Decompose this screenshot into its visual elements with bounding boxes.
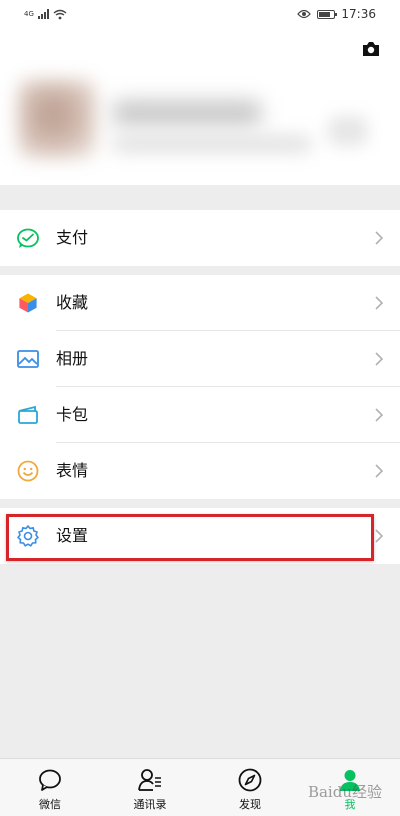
- menu-group-main: 收藏 相册 卡包 表情: [0, 275, 400, 499]
- tab-label-me: 我: [344, 798, 356, 811]
- menu-item-cards[interactable]: 卡包: [0, 387, 400, 443]
- chevron-right-icon: [375, 464, 384, 478]
- favorites-cube-icon: [16, 291, 40, 315]
- menu-label-favorites: 收藏: [56, 293, 89, 312]
- camera-button[interactable]: [360, 38, 382, 60]
- chevron-right-icon: [375, 352, 384, 366]
- chat-icon: [37, 767, 63, 793]
- status-bar: 4G 17:36: [0, 0, 400, 28]
- menu-label-stickers: 表情: [56, 461, 89, 480]
- menu-item-pay[interactable]: 支付: [0, 210, 400, 266]
- battery-icon: [317, 9, 338, 19]
- status-right: 17:36: [297, 7, 376, 21]
- tab-label-chats: 微信: [39, 798, 61, 811]
- tab-discover[interactable]: 发现: [200, 759, 300, 816]
- bottom-tab-bar: 微信 通讯录 发现 我: [0, 758, 400, 816]
- menu-label-pay: 支付: [56, 228, 89, 247]
- menu-label-cards: 卡包: [56, 405, 89, 424]
- wifi-icon: [53, 9, 67, 19]
- chevron-right-icon: [375, 296, 384, 310]
- pay-icon: [16, 226, 40, 250]
- eye-icon: [297, 9, 312, 19]
- album-icon: [16, 347, 40, 371]
- status-left: 4G: [24, 9, 67, 20]
- profile-name-blurred: [112, 100, 262, 126]
- network-type: 4G: [24, 10, 34, 18]
- chevron-right-icon: [375, 529, 384, 543]
- card-wallet-icon: [16, 403, 40, 427]
- smiley-icon: [16, 459, 40, 483]
- tab-contacts[interactable]: 通讯录: [100, 759, 200, 816]
- menu-label-album: 相册: [56, 349, 89, 368]
- menu-group-settings: 设置: [0, 508, 400, 564]
- menu-item-favorites[interactable]: 收藏: [0, 275, 400, 331]
- camera-icon: [363, 42, 379, 56]
- compass-icon: [237, 767, 263, 793]
- menu-item-stickers[interactable]: 表情: [0, 443, 400, 499]
- avatar[interactable]: [18, 80, 96, 158]
- menu-label-settings: 设置: [56, 526, 89, 545]
- tab-label-discover: 发现: [239, 798, 261, 811]
- chevron-right-icon: [375, 231, 384, 245]
- menu-item-settings[interactable]: 设置: [0, 508, 400, 564]
- qr-code-blurred[interactable]: [328, 116, 368, 146]
- profile-header[interactable]: [0, 28, 400, 185]
- contacts-icon: [137, 767, 163, 793]
- tab-chats[interactable]: 微信: [0, 759, 100, 816]
- cell-signal-icon: [37, 9, 49, 19]
- tab-me[interactable]: 我: [300, 759, 400, 816]
- chevron-right-icon: [375, 408, 384, 422]
- profile-id-blurred: [112, 136, 312, 152]
- me-icon: [337, 767, 363, 793]
- tab-label-contacts: 通讯录: [133, 798, 167, 811]
- clock: 17:36: [341, 7, 376, 21]
- menu-group-pay: 支付: [0, 210, 400, 266]
- gear-icon: [16, 524, 40, 548]
- menu-item-album[interactable]: 相册: [0, 331, 400, 387]
